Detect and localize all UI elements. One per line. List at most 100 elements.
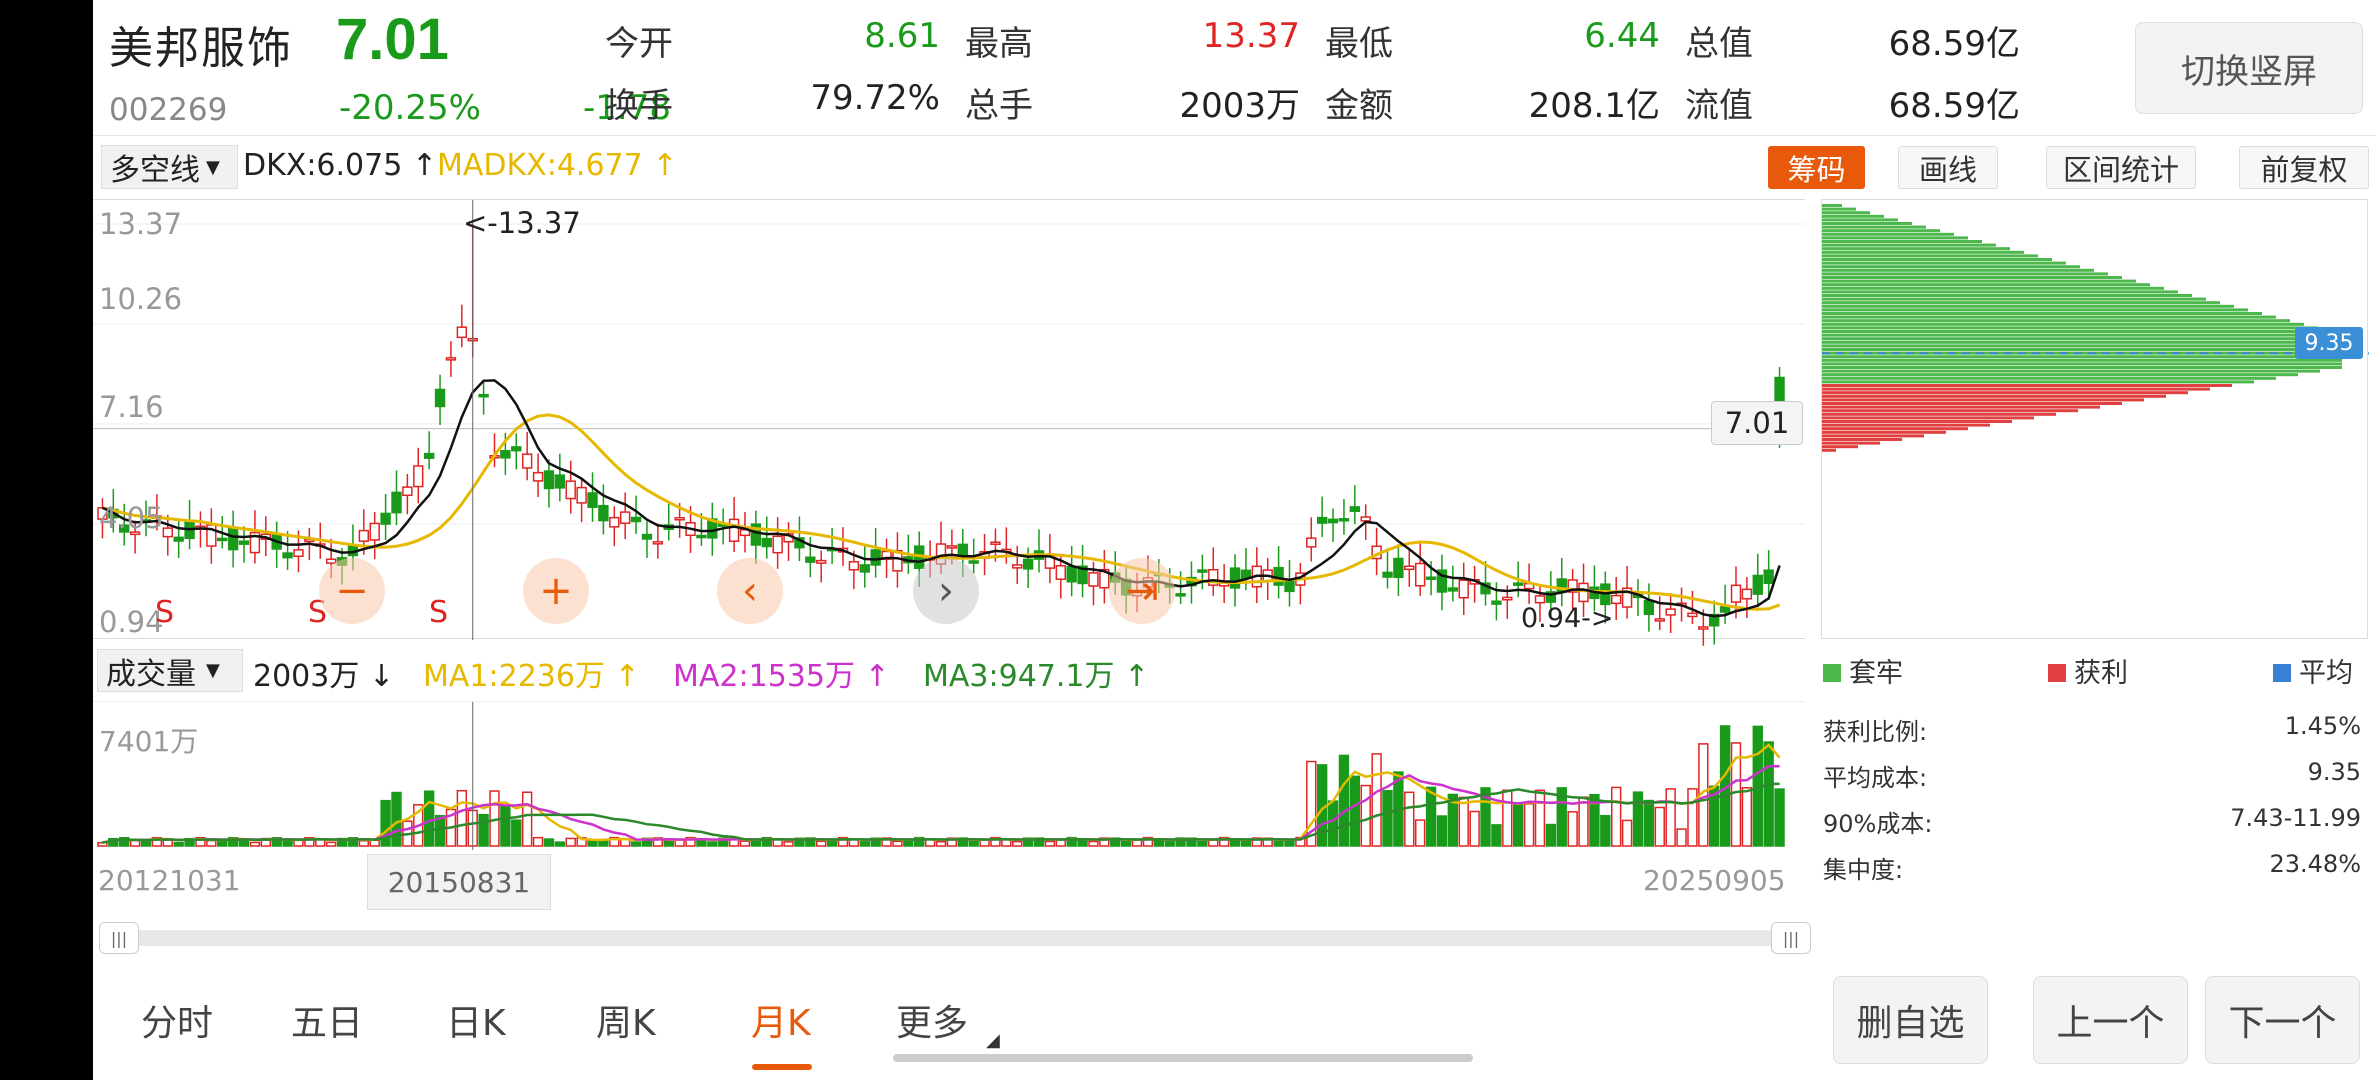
candle-body: [609, 516, 620, 528]
tab-daily[interactable]: 日K: [446, 994, 506, 1046]
volume-bar: [129, 839, 141, 847]
candle-body: [282, 552, 293, 559]
chip-bar: [1822, 362, 2342, 366]
legend-average: 平均: [2273, 651, 2353, 690]
stat-value: 68.59亿: [1888, 86, 2020, 126]
stat-label: 换手: [605, 86, 673, 126]
candle-body: [543, 470, 555, 490]
volume-bar: [1567, 811, 1578, 847]
previous-stock-button[interactable]: 上一个: [2033, 976, 2188, 1064]
candle-body: [293, 549, 304, 558]
chip-bar: [1822, 268, 2094, 272]
sell-signal: S: [155, 595, 175, 630]
candle-body: [1404, 565, 1415, 571]
chip-bar: [1822, 243, 1996, 247]
forward-adjust-button[interactable]: 前复权: [2239, 146, 2369, 189]
stat-label: 最高: [965, 24, 1033, 64]
chip-bar: [1822, 225, 1926, 229]
candle-body: [587, 492, 598, 508]
volume-bar: [1197, 840, 1208, 847]
candle-body: [1643, 599, 1655, 615]
candle-body: [1698, 626, 1709, 630]
candle-body: [816, 559, 827, 564]
next-stock-button[interactable]: 下一个: [2205, 976, 2360, 1064]
chip-bar: [1822, 250, 2024, 254]
candle-body: [1687, 612, 1698, 618]
tab-weekly[interactable]: 周K: [596, 994, 656, 1046]
range-slider-right-handle[interactable]: |||: [1771, 922, 1811, 954]
indicator-select[interactable]: 多空线 ▼: [101, 145, 238, 189]
stock-name: 美邦服饰: [109, 23, 293, 74]
volume-bar: [1578, 796, 1589, 847]
switch-portrait-button[interactable]: 切换竖屏: [2135, 22, 2363, 114]
skip-end-icon: ⇥: [1125, 568, 1159, 614]
candle-body: [761, 537, 772, 548]
candle-body: [728, 518, 740, 542]
remove-watchlist-button[interactable]: 删自选: [1833, 976, 1988, 1064]
candle-body: [641, 533, 653, 540]
range-stats-button[interactable]: 区间统计: [2046, 146, 2196, 189]
candle-body: [1338, 518, 1350, 522]
chip-bar: [1822, 279, 2136, 283]
chip-bar: [1822, 434, 1924, 438]
chip-bar: [1822, 340, 2342, 344]
candle-body: [805, 556, 816, 563]
tab-intraday[interactable]: 分时: [141, 994, 213, 1046]
chip-bar: [1822, 409, 2078, 413]
candle-body: [1349, 506, 1361, 513]
tab-five-day[interactable]: 五日: [291, 994, 363, 1046]
volume-bar: [1665, 788, 1676, 847]
y-tick: 7.16: [99, 390, 164, 424]
range-slider-track[interactable]: [101, 930, 1801, 946]
chips-button[interactable]: 筹码: [1768, 146, 1865, 189]
volume-bar: [249, 841, 261, 847]
volume-bar: [511, 819, 522, 847]
candle-body: [598, 504, 609, 522]
volume-bar: [423, 790, 435, 847]
chip-bar: [1822, 207, 1856, 211]
volume-bar: [532, 836, 544, 847]
volume-value: 2003万 ↓: [253, 659, 395, 694]
candle-body: [532, 471, 544, 482]
draw-line-button[interactable]: 画线: [1898, 146, 1998, 189]
ma2-value: MA2:1535万 ↑: [673, 659, 890, 694]
zoom-in-button[interactable]: +: [523, 558, 589, 624]
candle-body: [391, 491, 402, 514]
chip-bar: [1822, 297, 2206, 301]
chip-bar: [1822, 301, 2220, 305]
range-slider-left-handle[interactable]: |||: [99, 922, 139, 954]
volume-bar: [1360, 784, 1371, 847]
zoom-out-button[interactable]: −: [319, 558, 385, 624]
candle-body: [1066, 565, 1077, 583]
chip-bar: [1822, 387, 2210, 391]
y-tick: 13.37: [99, 207, 183, 241]
scroll-right-button[interactable]: ›: [913, 558, 979, 624]
tab-more[interactable]: 更多: [896, 994, 968, 1046]
current-price-tag: 7.01: [1711, 401, 1803, 445]
candle-body: [511, 446, 522, 452]
max-price-label: <-13.37: [463, 206, 581, 240]
volume-bar: [1458, 796, 1469, 847]
candle-body: [1393, 557, 1404, 579]
volume-select[interactable]: 成交量 ▼: [97, 649, 243, 692]
volume-chart[interactable]: [93, 701, 1805, 850]
volume-bar: [456, 789, 468, 847]
chip-bar: [1822, 348, 2342, 351]
madkx-value: MADKX:4.677 ↑: [437, 148, 678, 183]
scroll-left-button[interactable]: ‹: [717, 558, 783, 624]
volume-bar: [1371, 753, 1382, 847]
chip-bar: [1822, 344, 2342, 348]
candle-body: [434, 388, 446, 408]
chip-bar: [1822, 441, 1880, 445]
scroll-end-button[interactable]: ⇥: [1109, 558, 1175, 624]
chip-bar: [1822, 254, 2038, 258]
candle-body: [772, 535, 783, 554]
volume-bar: [859, 841, 870, 847]
stat-value: 2003万: [1179, 86, 1300, 126]
chip-bar: [1822, 247, 2010, 251]
chip-bar: [1822, 402, 2122, 405]
candle-body: [630, 516, 642, 523]
tab-monthly[interactable]: 月K: [751, 994, 811, 1046]
candle-body: [1491, 600, 1502, 605]
candle-body: [1665, 608, 1676, 616]
